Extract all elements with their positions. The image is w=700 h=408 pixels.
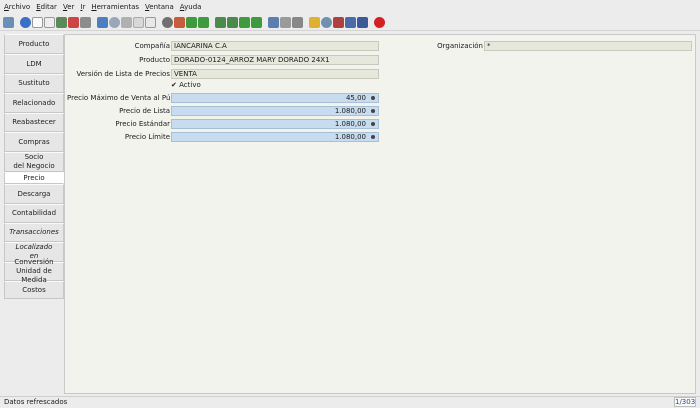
max-price-field[interactable]: 45,00 <box>171 93 379 103</box>
print-icon-2[interactable] <box>292 16 303 28</box>
attachment-icon[interactable] <box>121 16 132 28</box>
zoom-icon[interactable] <box>321 16 332 28</box>
standard-price-label: Precio Estándar <box>115 120 170 128</box>
company-label: Compañía <box>134 42 170 50</box>
copy-record-icon[interactable] <box>44 16 55 28</box>
tab-conversion-uom[interactable]: Conversión Unidad de Medida <box>4 258 64 284</box>
toolbar <box>0 14 700 31</box>
first-record-icon[interactable] <box>215 16 226 28</box>
standard-price-field[interactable]: 1.080,00 <box>171 119 379 129</box>
tab-compras[interactable]: Compras <box>4 132 64 152</box>
workflow-icon[interactable] <box>333 16 344 28</box>
home-icon[interactable] <box>174 16 185 28</box>
list-price-value: 1.080,00 <box>334 107 366 115</box>
prev-record-icon[interactable] <box>186 16 197 28</box>
limit-price-field[interactable]: 1.080,00 <box>171 132 379 142</box>
tab-strip: Producto LDM Sustituto Relacionado Reaba… <box>4 34 64 299</box>
print-icon[interactable] <box>280 16 291 28</box>
chat-icon[interactable] <box>357 16 368 28</box>
last-record-icon[interactable] <box>251 16 262 28</box>
find-icon[interactable] <box>109 16 120 28</box>
menu-ver[interactable]: Ver <box>63 3 74 11</box>
calculator-button[interactable] <box>369 95 377 101</box>
undo-icon[interactable] <box>3 16 14 28</box>
product-field[interactable]: DORADO-0124_ARROZ MARY DORADO 24X1 <box>171 55 379 65</box>
archive-icon[interactable] <box>162 16 173 28</box>
save-icon[interactable] <box>56 16 67 28</box>
tab-producto[interactable]: Producto <box>4 34 64 54</box>
delete-icon[interactable] <box>68 16 79 28</box>
tab-descarga[interactable]: Descarga <box>4 184 64 204</box>
tab-contabilidad[interactable]: Contabilidad <box>4 204 64 223</box>
menu-ayuda[interactable]: Ayuda <box>180 3 202 11</box>
history-icon[interactable] <box>133 16 144 28</box>
down-icon[interactable] <box>239 16 250 28</box>
refresh-icon[interactable] <box>97 16 108 28</box>
limit-price-value: 1.080,00 <box>334 133 366 141</box>
calculator-button[interactable] <box>369 134 377 140</box>
list-price-field[interactable]: 1.080,00 <box>171 106 379 116</box>
tab-precio[interactable]: Precio <box>4 172 64 184</box>
company-field[interactable]: IANCARINA C.A <box>171 41 379 51</box>
max-price-label: Precio Máximo de Venta al Público <box>67 94 187 102</box>
active-label: Activo <box>179 81 201 89</box>
print-preview-icon[interactable] <box>268 16 279 28</box>
standard-price-value: 1.080,00 <box>334 120 366 128</box>
up-icon[interactable] <box>227 16 238 28</box>
organization-field[interactable]: * <box>484 41 692 51</box>
product-label: Producto <box>139 56 170 64</box>
status-message: Datos refrescados <box>4 398 68 406</box>
max-price-value: 45,00 <box>345 94 366 102</box>
calculator-button[interactable] <box>369 121 377 127</box>
pricelist-version-label: Versión de Lista de Precios <box>76 70 170 78</box>
limit-price-label: Precio Límite <box>124 133 170 141</box>
active-checkbox[interactable]: ✔ Activo <box>171 81 201 89</box>
menu-archivo[interactable]: Archivo <box>4 3 30 11</box>
close-window-icon[interactable] <box>374 16 385 28</box>
record-panel: Compañía IANCARINA C.A Organización * Pr… <box>64 34 696 394</box>
menu-editar[interactable]: Editar <box>36 3 57 11</box>
menu-bar: Archivo Editar Ver Ir Herramientas Venta… <box>0 0 700 14</box>
lock-icon[interactable] <box>309 16 320 28</box>
report-icon[interactable] <box>145 16 156 28</box>
tab-relacionado[interactable]: Relacionado <box>4 93 64 113</box>
next-record-icon[interactable] <box>198 16 209 28</box>
calculator-icon[interactable] <box>345 16 356 28</box>
organization-label: Organización <box>437 42 483 50</box>
menu-ir[interactable]: Ir <box>80 3 85 11</box>
list-price-label: Precio de Lista <box>119 107 170 115</box>
record-count[interactable]: 1/303 <box>674 397 696 407</box>
calculator-button[interactable] <box>369 108 377 114</box>
check-icon: ✔ <box>171 81 177 89</box>
grid-toggle-icon[interactable] <box>80 16 91 28</box>
new-record-icon[interactable] <box>32 16 43 28</box>
tab-transacciones[interactable]: Transacciones <box>4 223 64 242</box>
status-bar: Datos refrescados 1/303 <box>0 396 700 408</box>
pricelist-version-field[interactable]: VENTA <box>171 69 379 79</box>
menu-ventana[interactable]: Ventana <box>145 3 174 11</box>
tab-reabastecer[interactable]: Reabastecer <box>4 113 64 132</box>
tab-sustituto[interactable]: Sustituto <box>4 74 64 93</box>
tab-socio-del-negocio[interactable]: Socio del Negocio <box>4 152 64 172</box>
menu-herramientas[interactable]: Herramientas <box>91 3 139 11</box>
tab-ldm[interactable]: LDM <box>4 54 64 74</box>
help-icon[interactable] <box>20 16 31 28</box>
